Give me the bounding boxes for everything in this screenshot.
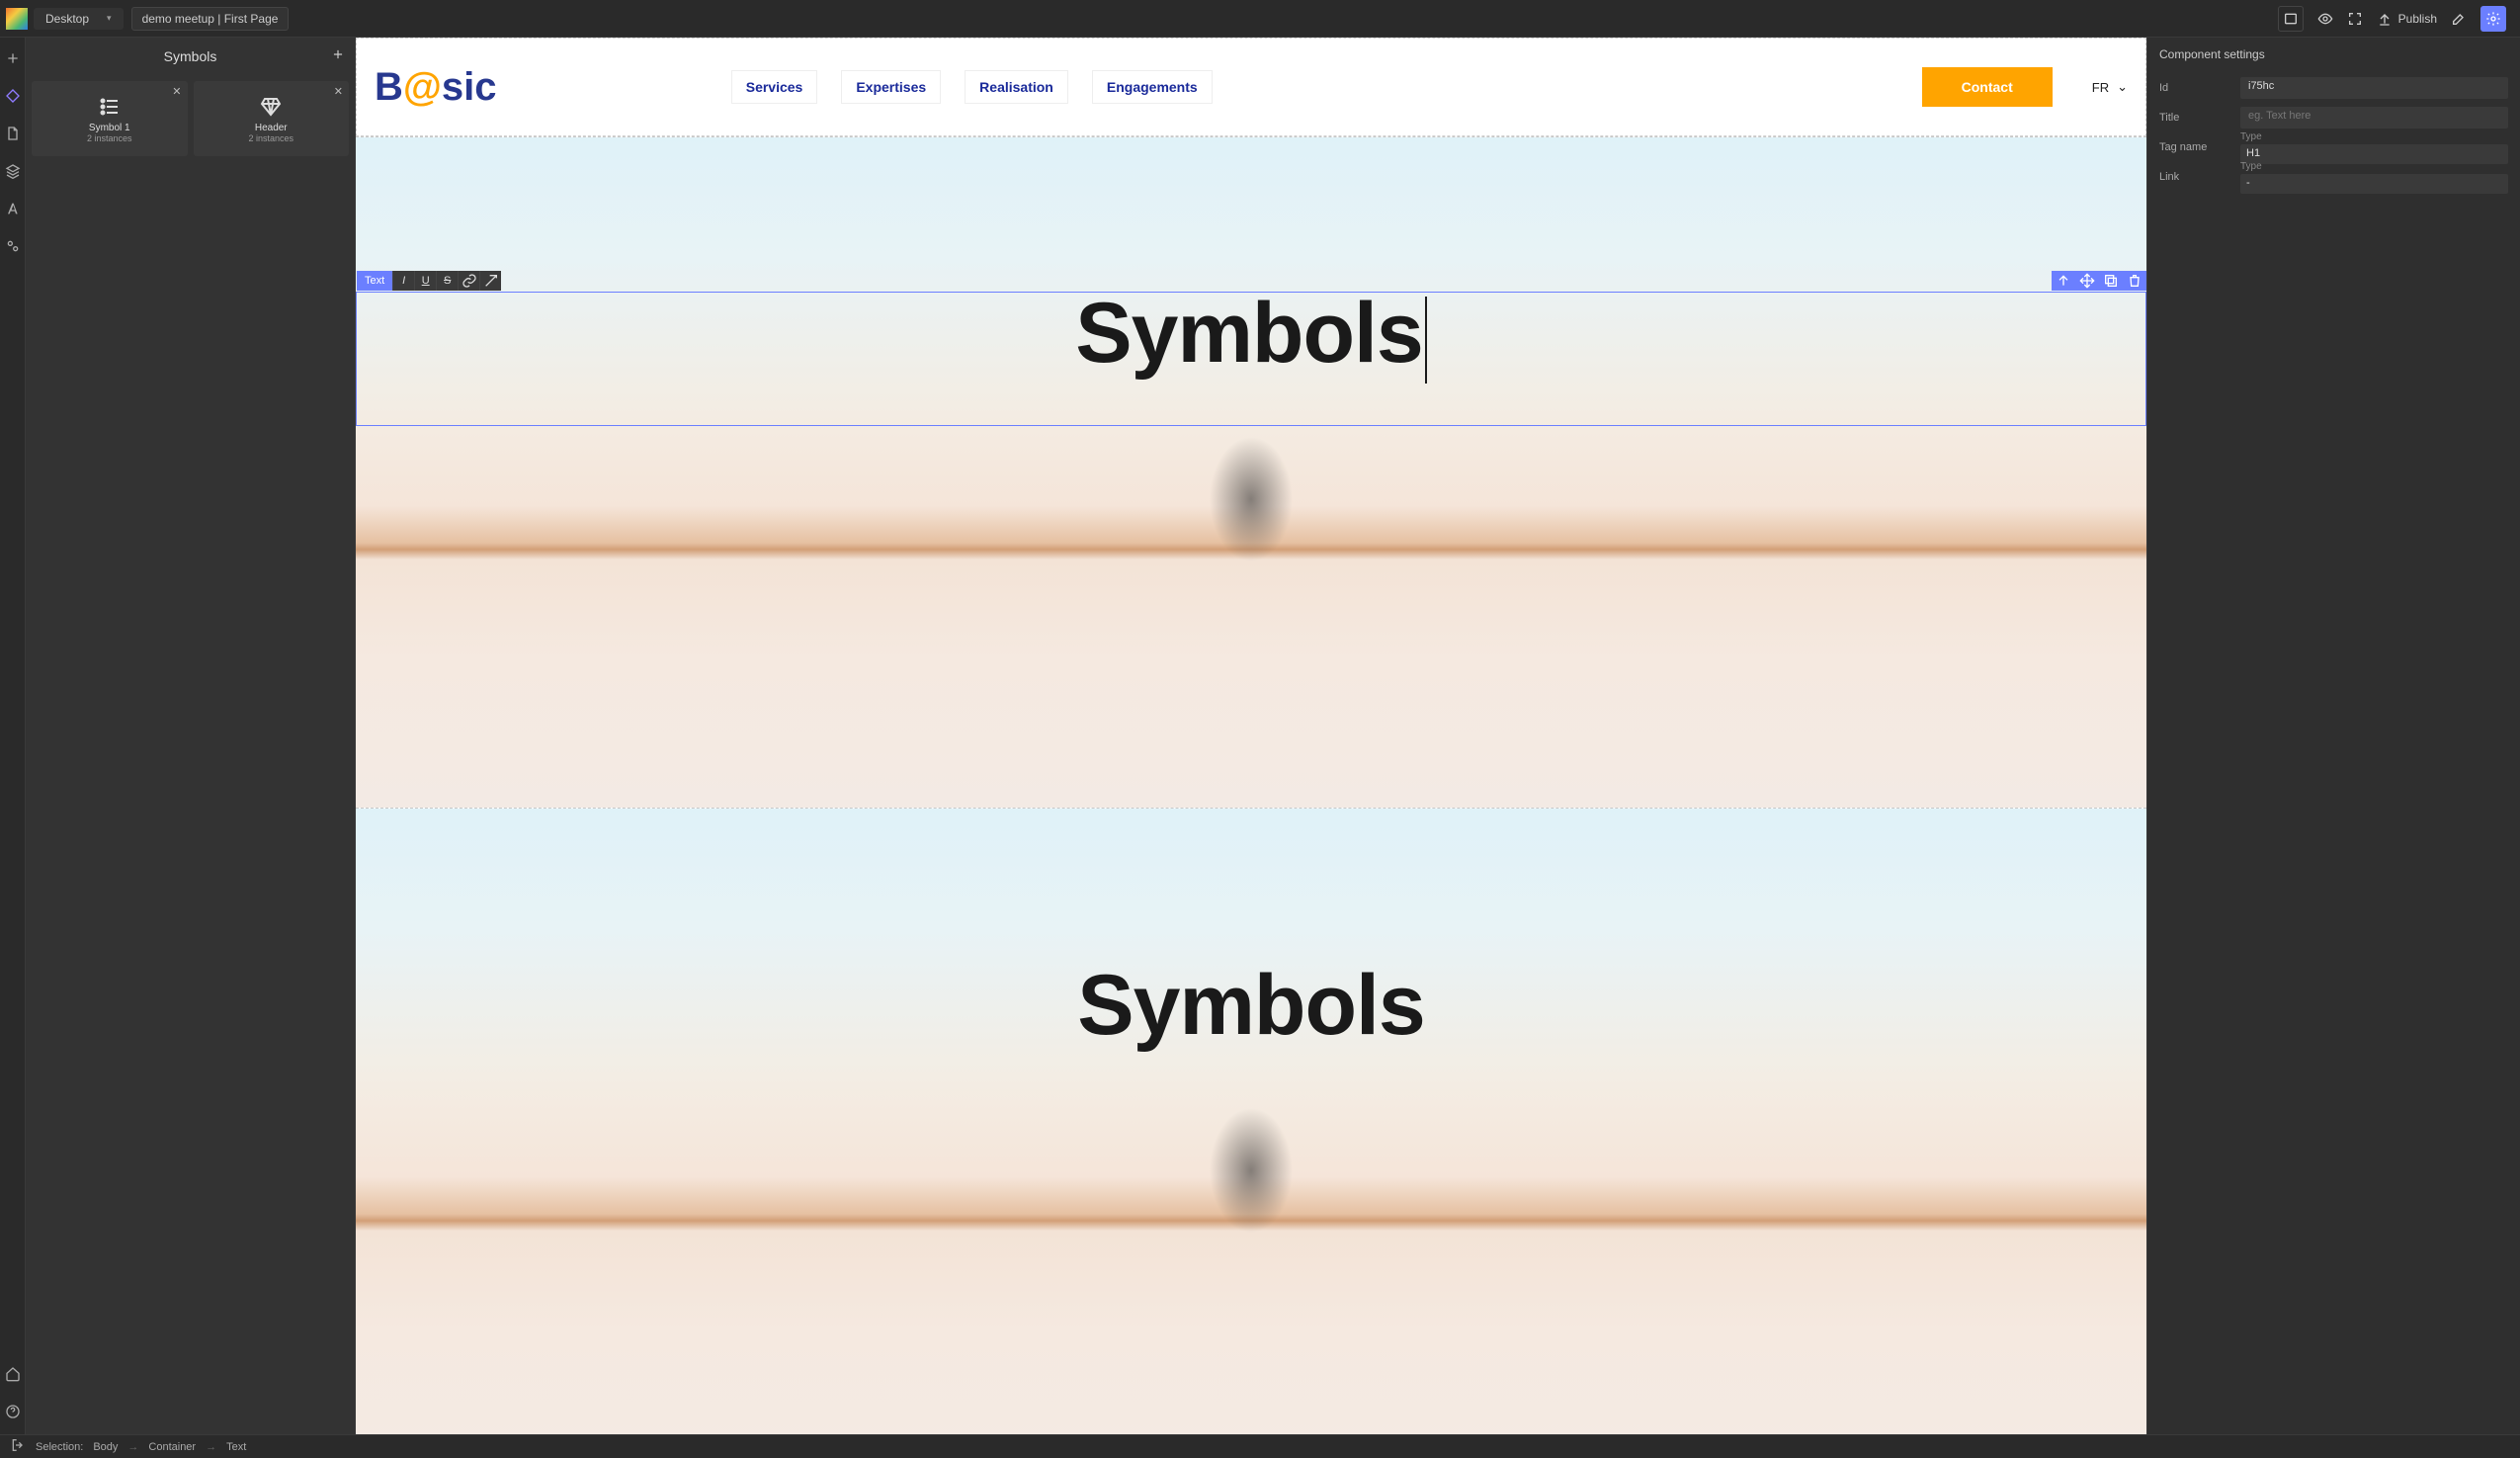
inline-text-toolbar: Text I U S [357, 271, 501, 291]
diamond-icon [257, 95, 285, 119]
selection-outline: Text I U S [356, 292, 2146, 426]
symbol-card-symbol1[interactable]: ✕ Symbol 1 2 instances [32, 81, 188, 156]
nav-realisation[interactable]: Realisation [965, 70, 1068, 104]
strikethrough-icon[interactable]: S [436, 271, 458, 291]
nav-engagements[interactable]: Engagements [1092, 70, 1213, 104]
layers-icon[interactable] [4, 162, 22, 180]
selection-tag-label: Text [357, 271, 392, 291]
symbol-card-name: Symbol 1 [89, 123, 130, 133]
chevron-down-icon: ▾ [107, 13, 112, 24]
clear-format-icon[interactable] [479, 271, 501, 291]
app-logo-icon [6, 8, 28, 30]
site-nav: Services Expertises Realisation Engageme… [497, 70, 1447, 104]
brush-icon[interactable] [2451, 11, 2467, 27]
settings-title: Component settings [2159, 47, 2508, 61]
setting-id-row: Id i75hc [2159, 73, 2508, 103]
close-icon[interactable]: ✕ [172, 85, 181, 98]
canvas-area[interactable]: B@sic Services Expertises Realisation En… [356, 38, 2146, 1434]
italic-icon[interactable]: I [392, 271, 414, 291]
setting-link-select[interactable]: - [2240, 174, 2508, 194]
component-settings-panel: Component settings Id i75hc Title eg. Te… [2146, 38, 2520, 1434]
arrow-right-icon: → [127, 1441, 138, 1453]
bottom-bar: Selection: Body → Container → Text [0, 1434, 2520, 1458]
underline-icon[interactable]: U [414, 271, 436, 291]
page-breadcrumb-text: demo meetup | First Page [142, 12, 279, 26]
publish-label: Publish [2398, 12, 2437, 26]
hero-bg-image [356, 137, 2146, 808]
setting-link-row: Link Type - [2159, 162, 2508, 192]
site-logo[interactable]: B@sic [375, 65, 497, 110]
topbar-right-group: Publish [2278, 6, 2520, 32]
nav-services[interactable]: Services [731, 70, 818, 104]
logo-s: sic [442, 65, 497, 109]
symbols-diamond-icon[interactable] [4, 87, 22, 105]
rendered-page[interactable]: B@sic Services Expertises Realisation En… [356, 38, 2146, 1434]
lang-label: FR [2092, 80, 2109, 95]
close-icon[interactable]: ✕ [334, 85, 343, 98]
small-gears-icon[interactable] [4, 237, 22, 255]
contact-button[interactable]: Contact [1922, 67, 2053, 107]
setting-type-label: Type [2240, 161, 2508, 172]
exit-icon[interactable] [10, 1437, 26, 1456]
page-breadcrumb[interactable]: demo meetup | First Page [131, 7, 290, 31]
settings-gear-icon[interactable] [2480, 6, 2506, 32]
breadcrumb-container[interactable]: Container [148, 1441, 196, 1453]
setting-id-input[interactable]: i75hc [2240, 77, 2508, 99]
help-icon[interactable] [4, 1403, 22, 1420]
symbols-panel-title: Symbols [164, 48, 217, 64]
symbols-panel: Symbols ✕ Symbol 1 2 instances ✕ Header … [26, 38, 356, 1434]
breadcrumb-body[interactable]: Body [93, 1441, 118, 1453]
setting-id-label: Id [2159, 82, 2230, 94]
symbol-card-header[interactable]: ✕ Header 2 instances [194, 81, 350, 156]
hero-section-2[interactable]: Symbols [356, 809, 2146, 1434]
list-icon [96, 95, 124, 119]
hero-heading[interactable]: Symbols [356, 957, 2146, 1055]
chevron-down-icon: ⌄ [2117, 79, 2128, 95]
symbols-add-button[interactable] [331, 47, 345, 64]
add-icon[interactable] [4, 49, 22, 67]
symbol-card-instances: 2 instances [87, 133, 132, 143]
top-bar: Desktop ▾ demo meetup | First Page Publi… [0, 0, 2520, 38]
pages-icon[interactable] [4, 125, 22, 142]
device-outline-icon[interactable] [2278, 6, 2304, 32]
nav-expertises[interactable]: Expertises [841, 70, 941, 104]
lang-select[interactable]: FR ⌄ [2092, 79, 2128, 95]
setting-title-input[interactable]: eg. Text here [2240, 107, 2508, 129]
arrow-right-icon: → [206, 1441, 216, 1453]
link-icon[interactable] [458, 271, 479, 291]
selection-label: Selection: [36, 1441, 83, 1453]
left-tool-strip [0, 38, 26, 1458]
logo-b: B [375, 65, 403, 109]
home-icon[interactable] [4, 1365, 22, 1383]
upload-icon [2377, 11, 2393, 27]
selection-actions [2052, 271, 2146, 291]
hero-bg-image [356, 809, 2146, 1434]
setting-title-row: Title eg. Text here [2159, 103, 2508, 132]
duplicate-icon[interactable] [2099, 271, 2123, 291]
font-icon[interactable] [4, 200, 22, 217]
move-up-icon[interactable] [2052, 271, 2075, 291]
hero-section-1[interactable]: Symbols Text I U S [356, 137, 2146, 808]
viewport-select[interactable]: Desktop ▾ [34, 8, 124, 30]
viewport-select-label: Desktop [45, 12, 89, 26]
logo-at: @ [403, 65, 442, 109]
symbols-panel-header: Symbols [26, 38, 355, 75]
setting-type-label: Type [2240, 131, 2508, 142]
drag-move-icon[interactable] [2075, 271, 2099, 291]
publish-button[interactable]: Publish [2377, 11, 2437, 27]
delete-icon[interactable] [2123, 271, 2146, 291]
setting-tagname-row: Tag name Type H1 [2159, 132, 2508, 162]
fullscreen-icon[interactable] [2347, 11, 2363, 27]
symbol-card-instances: 2 instances [248, 133, 294, 143]
breadcrumb-text[interactable]: Text [226, 1441, 246, 1453]
setting-link-label: Link [2159, 171, 2230, 183]
site-header[interactable]: B@sic Services Expertises Realisation En… [356, 38, 2146, 136]
symbol-card-name: Header [255, 123, 288, 133]
setting-title-label: Title [2159, 112, 2230, 124]
setting-tagname-label: Tag name [2159, 141, 2230, 153]
preview-eye-icon[interactable] [2317, 11, 2333, 27]
